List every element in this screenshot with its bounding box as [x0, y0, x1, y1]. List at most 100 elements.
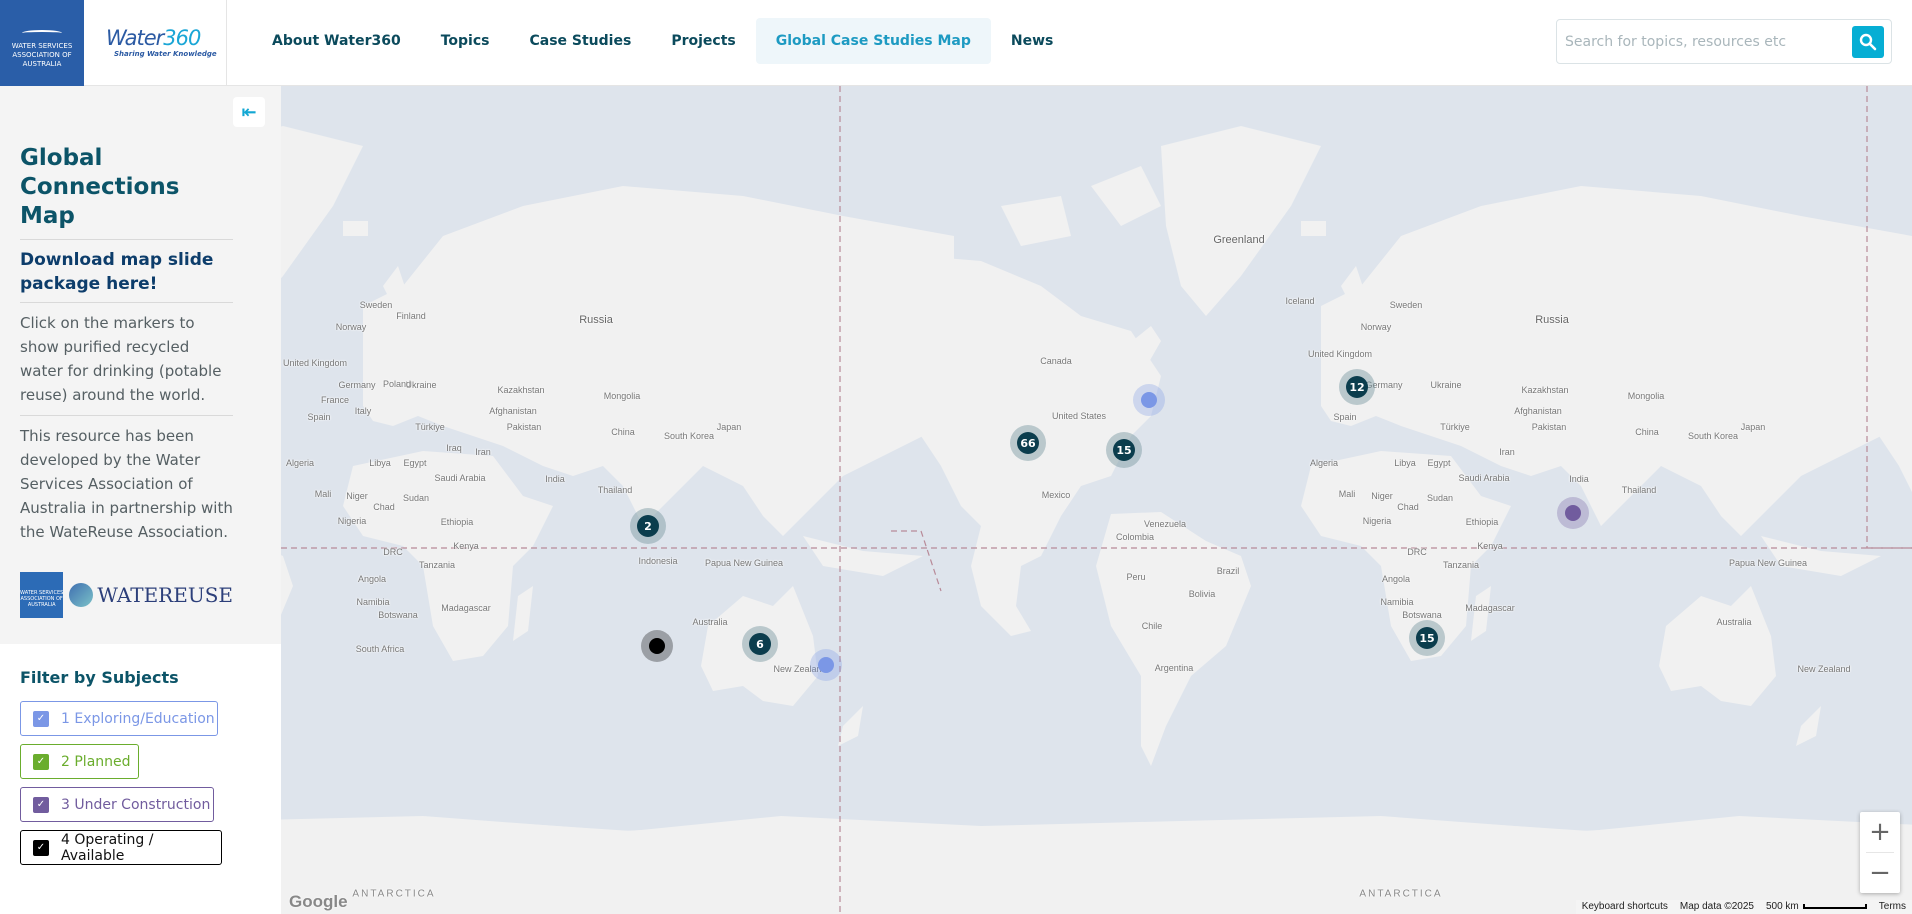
filter-operating[interactable]: ✓ 4 Operating / Available: [20, 830, 222, 865]
scale-bar: [1803, 904, 1867, 909]
sidebar-info-panel: ⇤ Global Connections Map Download map sl…: [0, 86, 281, 644]
watereuse-text: WATEREUSE: [97, 583, 233, 607]
scale-indicator[interactable]: 500 km: [1760, 900, 1873, 914]
exploring-marker[interactable]: [810, 649, 842, 681]
search-input[interactable]: [1557, 20, 1837, 63]
map-label: Papua New Guinea: [705, 558, 783, 568]
nav-about[interactable]: About Water360: [252, 18, 421, 64]
zoom-out-button[interactable]: −: [1860, 853, 1900, 893]
map-label: Argentina: [1155, 663, 1194, 673]
map-base: [281, 86, 1912, 914]
world-map[interactable]: GreenlandCanadaUnited StatesMexicoVenezu…: [281, 86, 1912, 914]
checkbox-checked-icon[interactable]: ✓: [33, 840, 49, 856]
map-label: India: [1569, 474, 1589, 484]
map-label: Niger: [346, 491, 368, 501]
filter-label: 1 Exploring/Education: [61, 711, 215, 727]
filter-under-construction[interactable]: ✓ 3 Under Construction: [20, 787, 214, 822]
map-label: Iran: [1499, 447, 1515, 457]
nav-global-map[interactable]: Global Case Studies Map: [756, 18, 991, 64]
wsaa-logo-text: WATER SERVICES ASSOCIATION OF AUSTRALIA: [12, 42, 73, 68]
map-label: Chad: [1397, 502, 1419, 512]
cluster-count: 66: [1017, 432, 1039, 454]
map-label: Chile: [1142, 621, 1163, 631]
map-label: ANTARCTICA: [352, 889, 435, 900]
map-label: DRC: [1407, 547, 1427, 557]
map-label: Pakistan: [507, 422, 542, 432]
map-label: Nigeria: [1363, 516, 1392, 526]
cluster-marker[interactable]: 6: [742, 626, 778, 662]
wsaa-logo[interactable]: WATER SERVICES ASSOCIATION OF AUSTRALIA: [0, 0, 84, 86]
keyboard-shortcuts-link[interactable]: Keyboard shortcuts: [1576, 900, 1674, 914]
cluster-marker[interactable]: 66: [1010, 425, 1046, 461]
filter-label: 3 Under Construction: [61, 797, 210, 813]
cluster-marker[interactable]: 15: [1106, 432, 1142, 468]
water360-logo[interactable]: Water360 Sharing Water Knowledge: [84, 0, 227, 86]
collapse-sidebar-button[interactable]: ⇤: [233, 97, 265, 127]
map-label: DRC: [383, 547, 403, 557]
map-label: Mali: [1339, 489, 1356, 499]
map-label: Madagascar: [1465, 603, 1515, 613]
under-construction-marker[interactable]: [1557, 497, 1589, 529]
terms-link[interactable]: Terms: [1873, 900, 1912, 914]
checkbox-checked-icon[interactable]: ✓: [33, 797, 49, 813]
map-label: Ukraine: [1430, 380, 1461, 390]
cluster-marker[interactable]: 15: [1409, 620, 1445, 656]
zoom-in-button[interactable]: +: [1860, 812, 1900, 852]
download-slides-link[interactable]: Download map slide package here!: [20, 240, 233, 303]
partner-logos: WATER SERVICES ASSOCIATION OF AUSTRALIA …: [20, 572, 233, 618]
map-label: Niger: [1371, 491, 1393, 501]
checkbox-checked-icon[interactable]: ✓: [33, 711, 49, 727]
map-label: Finland: [396, 311, 426, 321]
map-label: Norway: [1361, 322, 1392, 332]
map-label: Australia: [1716, 617, 1751, 627]
map-label: Japan: [1741, 422, 1766, 432]
filter-planned[interactable]: ✓2 Planned: [20, 744, 139, 779]
operating-marker[interactable]: [641, 630, 673, 662]
map-label: Spain: [1333, 412, 1356, 422]
map-label: Kazakhstan: [1521, 385, 1568, 395]
logo-tagline: Sharing Water Knowledge: [114, 50, 226, 58]
zoom-controls: + −: [1860, 812, 1900, 893]
credit-text: This resource has been developed by the …: [20, 416, 233, 552]
map-label: Algeria: [286, 458, 314, 468]
map-label: Libya: [1394, 458, 1416, 468]
map-label: Kazakhstan: [497, 385, 544, 395]
cluster-count: 15: [1113, 439, 1135, 461]
map-attribution: Keyboard shortcuts Map data ©2025 500 km…: [1576, 900, 1912, 914]
scale-text: 500 km: [1766, 901, 1799, 912]
nav-news[interactable]: News: [991, 18, 1073, 64]
page-title: Global Connections Map: [20, 144, 233, 240]
map-label: Mongolia: [604, 391, 641, 401]
map-label: Sudan: [403, 493, 429, 503]
cluster-marker[interactable]: 2: [630, 508, 666, 544]
map-label: Australia: [692, 617, 727, 627]
nav-topics[interactable]: Topics: [421, 18, 510, 64]
map-label: Sweden: [360, 300, 393, 310]
sidebar: ⇤ Global Connections Map Download map sl…: [0, 86, 281, 914]
nav-projects[interactable]: Projects: [651, 18, 755, 64]
map-label: Nigeria: [338, 516, 367, 526]
map-label: Sweden: [1390, 300, 1423, 310]
checkbox-checked-icon[interactable]: ✓: [33, 754, 49, 770]
search-button[interactable]: [1852, 26, 1884, 58]
map-label: Germany: [338, 380, 375, 390]
map-label: Afghanistan: [1514, 406, 1562, 416]
nav-case-studies[interactable]: Case Studies: [509, 18, 651, 64]
map-label: Iraq: [446, 443, 462, 453]
filter-label: 4 Operating / Available: [61, 832, 221, 864]
cluster-marker[interactable]: 12: [1339, 369, 1375, 405]
map-label: Russia: [579, 314, 613, 326]
exploring-marker[interactable]: [1133, 384, 1165, 416]
map-label: Venezuela: [1144, 519, 1186, 529]
map-label: Libya: [369, 458, 391, 468]
map-label: Kenya: [1477, 541, 1503, 551]
logo-main: Water: [106, 26, 163, 50]
map-label: Italy: [355, 406, 372, 416]
map-label: Poland: [383, 379, 411, 389]
filter-exploring[interactable]: ✓ 1 Exploring/Education: [20, 701, 218, 736]
map-label: United States: [1052, 411, 1106, 421]
map-label: Iceland: [1285, 296, 1314, 306]
map-label: Tanzania: [419, 560, 455, 570]
map-label: Chad: [373, 502, 395, 512]
watereuse-logo: WATEREUSE: [69, 583, 233, 607]
